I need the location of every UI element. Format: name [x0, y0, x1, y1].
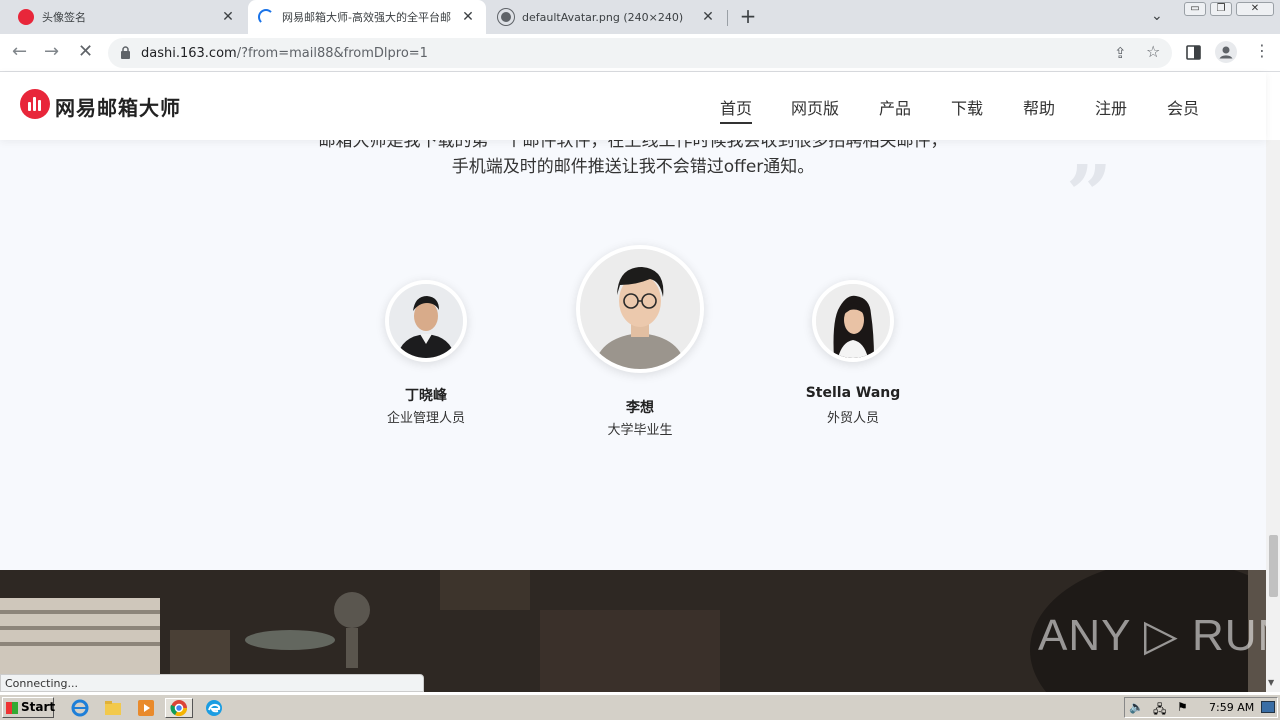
internet-explorer-icon[interactable]: [66, 698, 94, 718]
action-center-flag-icon[interactable]: ⚑: [1177, 700, 1188, 714]
kebab-menu-icon[interactable]: ⋮: [1254, 42, 1270, 60]
close-window-button[interactable]: ✕: [1236, 2, 1274, 16]
start-button[interactable]: Start: [2, 697, 56, 718]
testimonial-section: 邮箱大师是我下载的第一个邮件软件，在上线工作时候我会收到很多招聘相关邮件， 手机…: [0, 140, 1266, 570]
chrome-taskbar-icon[interactable]: [165, 698, 193, 718]
tab-dashi-home[interactable]: 网易邮箱大师-高效强大的全平台邮 ✕: [248, 0, 486, 34]
new-tab-button[interactable]: +: [736, 5, 760, 29]
bookmark-star-icon[interactable]: ☆: [1146, 43, 1160, 61]
forward-arrow-icon[interactable]: →: [44, 43, 59, 61]
browser-tab-strip: 头像签名 ✕ 网易邮箱大师-高效强大的全平台邮 ✕ defaultAvatar.…: [0, 0, 1280, 34]
speaker-icon[interactable]: 🔈: [1129, 700, 1144, 714]
nav-products[interactable]: 产品: [879, 95, 911, 119]
netease-mail-logo-icon[interactable]: [20, 89, 50, 119]
loading-spinner-icon: [258, 9, 274, 25]
windows-flag-icon: [6, 702, 18, 714]
man-glasses-portrait-icon: [580, 249, 700, 369]
tab-avatar-signature[interactable]: 头像签名 ✕: [8, 0, 246, 34]
tab-separator: [727, 10, 728, 26]
minimize-button[interactable]: ▭: [1184, 2, 1206, 16]
tab-search-chevron-icon[interactable]: ⌄: [1151, 8, 1163, 24]
nav-home[interactable]: 首页: [720, 95, 753, 124]
network-icon[interactable]: 🖧: [1153, 700, 1166, 721]
person-role: 大学毕业生: [607, 423, 673, 438]
site-logo-text[interactable]: 网易邮箱大师: [55, 92, 181, 121]
file-explorer-icon[interactable]: [99, 698, 127, 718]
side-panel-icon[interactable]: [1186, 45, 1201, 60]
tab-title: defaultAvatar.png (240×240): [522, 10, 684, 24]
close-tab-icon[interactable]: ✕: [220, 9, 236, 25]
avatar-stella-wang[interactable]: [812, 280, 894, 362]
url-path: /?from=mail88&fromDlpro=1: [236, 46, 428, 61]
back-arrow-icon[interactable]: ←: [12, 43, 27, 61]
man-portrait-icon: [389, 284, 463, 358]
scrollbar-thumb[interactable]: [1269, 535, 1278, 597]
browser-status-bubble: Connecting...: [0, 674, 424, 692]
nav-download[interactable]: 下载: [951, 95, 983, 119]
edge-icon[interactable]: [200, 698, 228, 718]
quote-mark-icon: ”: [1066, 147, 1113, 241]
page-scrollbar[interactable]: ▼: [1266, 140, 1280, 692]
tab-title: 网易邮箱大师-高效强大的全平台邮: [282, 11, 451, 24]
lock-icon[interactable]: [120, 46, 131, 59]
site-header: 网易邮箱大师 首页 网页版 产品 下载 帮助 注册 会员: [0, 72, 1266, 140]
url-host: dashi.163.com: [141, 46, 237, 61]
person-name: Stella Wang: [805, 385, 901, 401]
taskbar-clock: 7:59 AM: [1209, 701, 1255, 714]
windows-taskbar: Start 🔈 🖧 ⚑ 7:59 AM: [0, 694, 1280, 720]
address-bar[interactable]: dashi.163.com/?from=mail88&fromDlpro=1 ⇪…: [108, 38, 1172, 68]
profile-avatar-icon[interactable]: [1215, 41, 1237, 63]
avatar-ding-xiaofeng[interactable]: [385, 280, 467, 362]
url-text[interactable]: dashi.163.com/?from=mail88&fromDlpro=1: [141, 46, 428, 61]
show-desktop-icon[interactable]: [1261, 701, 1275, 713]
nav-webmail[interactable]: 网页版: [791, 95, 839, 119]
start-label: Start: [21, 700, 56, 714]
nav-register[interactable]: 注册: [1095, 95, 1127, 119]
person-name: 丁晓峰: [405, 388, 447, 404]
nav-help[interactable]: 帮助: [1023, 95, 1055, 119]
media-player-icon[interactable]: [132, 698, 160, 718]
tab-title: 头像签名: [42, 11, 86, 24]
close-tab-icon[interactable]: ✕: [700, 9, 716, 25]
netease-favicon-icon: [18, 9, 34, 25]
nav-membership[interactable]: 会员: [1167, 95, 1199, 119]
close-tab-icon[interactable]: ✕: [460, 9, 476, 25]
tab-default-avatar[interactable]: defaultAvatar.png (240×240) ✕: [488, 0, 726, 34]
share-icon[interactable]: ⇪: [1114, 44, 1127, 62]
globe-icon: [498, 9, 514, 25]
stop-loading-icon[interactable]: ✕: [78, 43, 93, 61]
woman-portrait-icon: [816, 284, 890, 358]
person-role: 外贸人员: [826, 411, 879, 426]
person-role: 企业管理人员: [386, 411, 465, 426]
avatar-li-xiang[interactable]: [576, 245, 704, 373]
anyrun-watermark: ANY ▷ RUN: [1038, 611, 1266, 660]
scroll-down-arrow-icon[interactable]: ▼: [1268, 678, 1274, 687]
browser-toolbar: ← → ✕ dashi.163.com/?from=mail88&fromDlp…: [0, 34, 1280, 72]
person-name: 李想: [626, 400, 654, 416]
system-tray: 🔈 🖧 ⚑ 7:59 AM: [1124, 697, 1278, 718]
restore-button[interactable]: ❐: [1210, 2, 1232, 16]
